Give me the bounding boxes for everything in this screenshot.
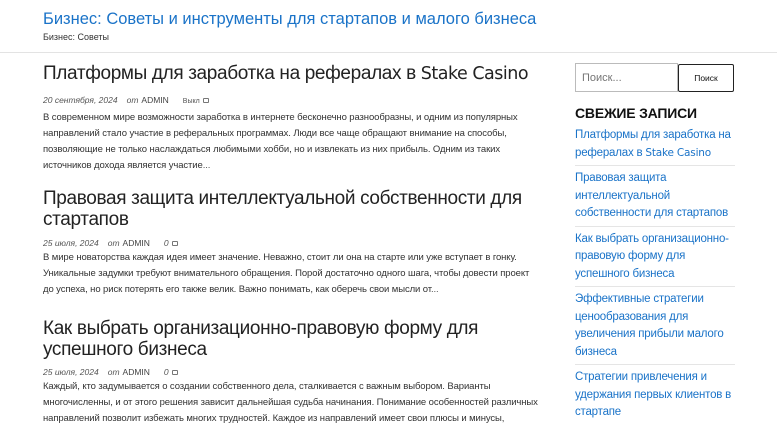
- recent-post-item: Как выбрать организационно-правовую форм…: [575, 231, 735, 287]
- post-article: Как выбрать организационно-правовую форм…: [43, 318, 543, 423]
- post-by: от: [107, 238, 120, 248]
- site-header: Бизнес: Советы и инструменты для стартап…: [0, 0, 777, 53]
- post-date[interactable]: 25 июля, 2024: [43, 367, 99, 377]
- site-title-link[interactable]: Бизнес: Советы и инструменты для стартап…: [43, 9, 536, 29]
- post-by: от: [107, 367, 120, 377]
- post-excerpt: В современном мире возможности заработка…: [43, 110, 541, 174]
- recent-post-link[interactable]: Платформы для заработка на рефералах в S…: [575, 127, 735, 162]
- recent-posts-list: Платформы для заработка на рефералах в S…: [575, 127, 735, 423]
- post-meta: 25 июля, 2024 от ADMIN 0: [43, 238, 178, 248]
- recent-post-item: Правовая защита интеллектуальной собстве…: [575, 170, 735, 227]
- post-comments-count[interactable]: 0: [164, 238, 169, 248]
- post-date[interactable]: 20 сентября, 2024: [43, 95, 118, 105]
- recent-post-item: Эффективные стратегии ценообразования дл…: [575, 291, 735, 365]
- post-article: Платформы для заработка на рефералах в S…: [43, 63, 543, 171]
- post-title-link[interactable]: Платформы для заработка на рефералах в S…: [43, 63, 543, 85]
- read-more-link[interactable]: ...: [203, 160, 211, 171]
- post-extra[interactable]: Выкл: [183, 98, 200, 105]
- search-input[interactable]: [575, 63, 678, 92]
- recent-post-suffix: Stake Casino: [645, 146, 711, 159]
- post-meta: 20 сентября, 2024 от ADMIN Выкл: [43, 95, 209, 107]
- recent-posts-title: СВЕЖИЕ ЗАПИСИ: [575, 105, 697, 121]
- search-button[interactable]: Поиск: [678, 64, 734, 92]
- post-author[interactable]: ADMIN: [123, 367, 150, 377]
- post-excerpt-text: В современном мире возможности заработка…: [43, 112, 518, 171]
- recent-post-item: Стратегии привлечения и удержания первых…: [575, 369, 735, 423]
- recent-post-item: Платформы для заработка на рефералах в S…: [575, 127, 735, 166]
- post-excerpt-text: В мире новаторства каждая идея имеет зна…: [43, 252, 530, 295]
- post-title-link[interactable]: Правовая защита интеллектуальной собстве…: [43, 188, 543, 230]
- post-title-suffix: Stake Casino: [420, 64, 529, 84]
- post-by: от: [126, 95, 139, 105]
- post-excerpt: В мире новаторства каждая идея имеет зна…: [43, 250, 541, 298]
- post-excerpt: Каждый, кто задумывается о создании собс…: [43, 381, 538, 423]
- post-title-text: Платформы для заработка на рефералах в: [43, 63, 416, 84]
- recent-post-link[interactable]: Как выбрать организационно-правовую форм…: [575, 231, 735, 284]
- recent-post-link[interactable]: Правовая защита интеллектуальной собстве…: [575, 170, 735, 223]
- comment-icon: [202, 98, 209, 103]
- post-author[interactable]: ADMIN: [123, 238, 150, 248]
- comment-icon: [171, 241, 178, 246]
- recent-post-link[interactable]: Эффективные стратегии ценообразования дл…: [575, 291, 735, 361]
- post-title-link[interactable]: Как выбрать организационно-правовую форм…: [43, 318, 543, 360]
- comment-icon: [171, 370, 178, 375]
- post-author[interactable]: ADMIN: [141, 95, 168, 105]
- read-more-link[interactable]: ...: [431, 284, 439, 295]
- post-comments-count[interactable]: 0: [164, 367, 169, 377]
- post-article: Правовая защита интеллектуальной собстве…: [43, 188, 543, 295]
- post-meta: 25 июля, 2024 от ADMIN 0: [43, 367, 178, 377]
- post-date[interactable]: 25 июля, 2024: [43, 238, 99, 248]
- site-tagline: Бизнес: Советы: [43, 32, 110, 42]
- recent-post-link[interactable]: Стратегии привлечения и удержания первых…: [575, 369, 735, 422]
